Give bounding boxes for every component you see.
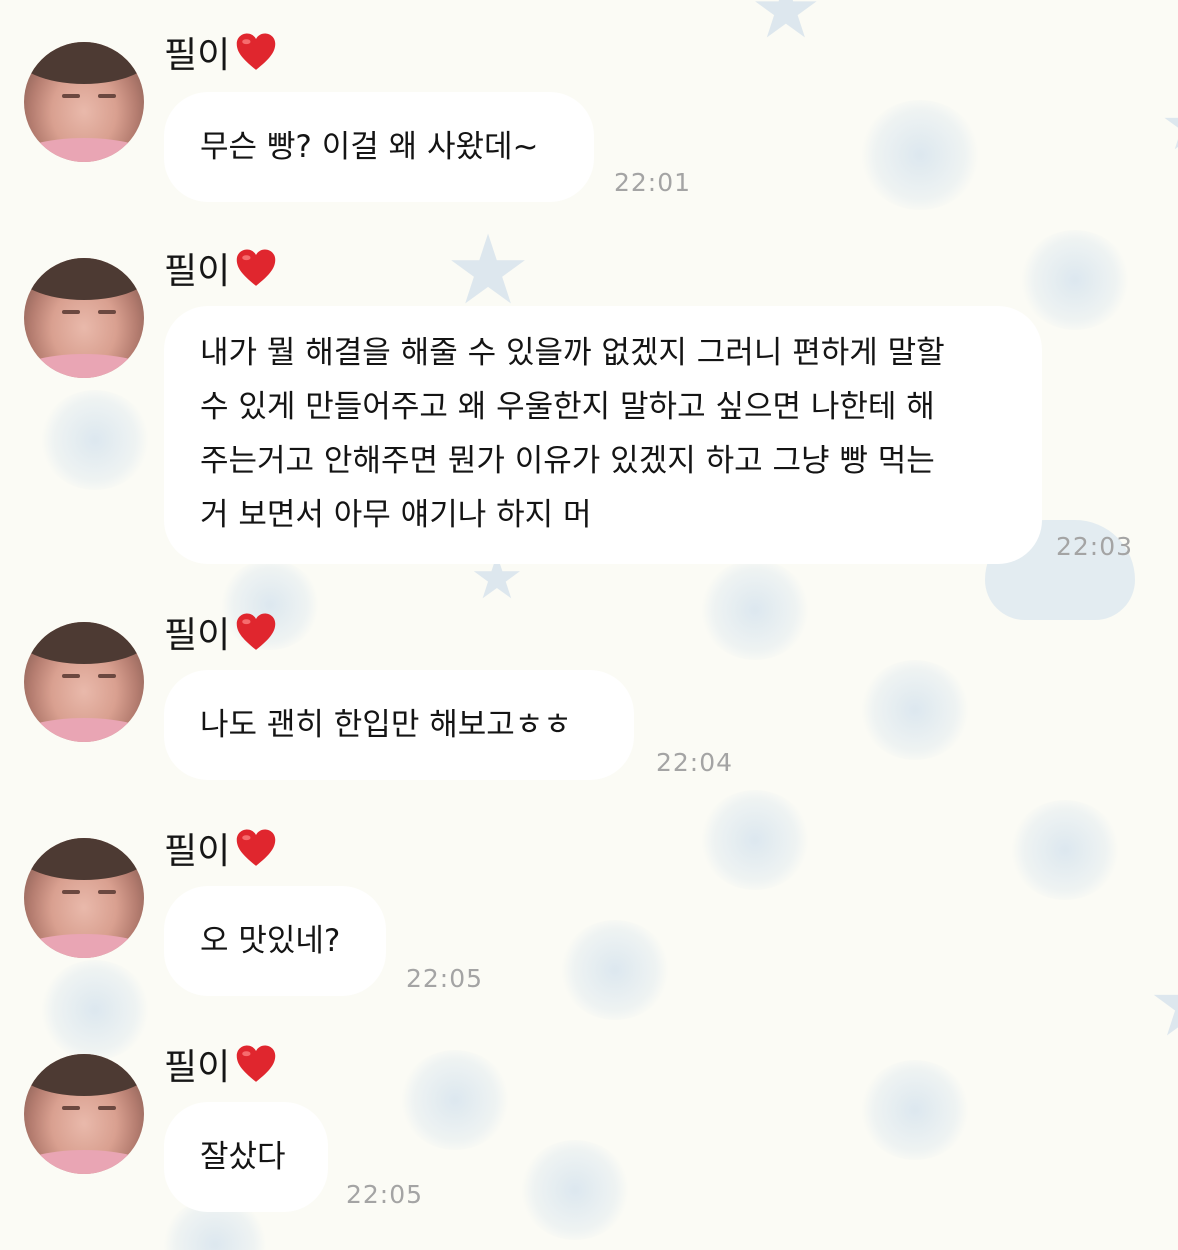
message-text: 잘샀다 [200, 1139, 286, 1175]
avatar[interactable] [24, 258, 144, 378]
message-bubble[interactable]: 무슨 빵? 이걸 왜 사왔데~ [164, 92, 594, 202]
message-time: 22:04 [656, 748, 734, 777]
sender-name: 필이 [164, 1038, 278, 1090]
sender-name-text: 필이 [164, 1047, 231, 1088]
message-text-line: 수 있게 만들어주고 왜 우울한지 말하고 싶으면 나한테 해 [200, 389, 935, 425]
sender-name-text: 필이 [164, 251, 231, 292]
sender-name: 필이 [164, 26, 278, 78]
avatar[interactable] [24, 1054, 144, 1174]
heart-icon [234, 826, 278, 870]
message-time: 22:01 [614, 168, 692, 197]
sender-name: 필이 [164, 606, 278, 658]
message-time: 22:05 [346, 1180, 424, 1209]
heart-icon [234, 1042, 278, 1086]
avatar[interactable] [24, 838, 144, 958]
sender-name-text: 필이 [164, 615, 231, 656]
message-text-line: 내가 뭘 해결을 해줄 수 있을까 없겠지 그러니 편하게 말할 [200, 335, 945, 371]
message-bubble[interactable]: 잘샀다 [164, 1102, 328, 1212]
avatar[interactable] [24, 42, 144, 162]
heart-icon [234, 610, 278, 654]
message-bubble[interactable]: 오 맛있네? [164, 886, 386, 996]
message-time: 22:03 [1056, 532, 1134, 561]
chat-thread: 필이 무슨 빵? 이걸 왜 사왔데~ 22:01 필이 내가 뭘 해결을 해줄 … [0, 0, 1178, 1250]
message-bubble[interactable]: 나도 괜히 한입만 해보고ㅎㅎ [164, 670, 634, 780]
heart-icon [234, 30, 278, 74]
message-text: 오 맛있네? [200, 923, 341, 959]
message-text: 나도 괜히 한입만 해보고ㅎㅎ [200, 707, 572, 743]
message-bubble[interactable]: 내가 뭘 해결을 해줄 수 있을까 없겠지 그러니 편하게 말할 수 있게 만들… [164, 306, 1042, 564]
sender-name: 필이 [164, 242, 278, 294]
message-time: 22:05 [406, 964, 484, 993]
message-text-line: 주는거고 안해주면 뭔가 이유가 있겠지 하고 그냥 빵 먹는 [200, 443, 935, 479]
avatar[interactable] [24, 622, 144, 742]
message-text: 무슨 빵? 이걸 왜 사왔데~ [200, 129, 539, 165]
message-text-line: 거 보면서 아무 얘기나 하지 머 [200, 497, 592, 533]
sender-name-text: 필이 [164, 35, 231, 76]
sender-name: 필이 [164, 822, 278, 874]
sender-name-text: 필이 [164, 831, 231, 872]
heart-icon [234, 246, 278, 290]
